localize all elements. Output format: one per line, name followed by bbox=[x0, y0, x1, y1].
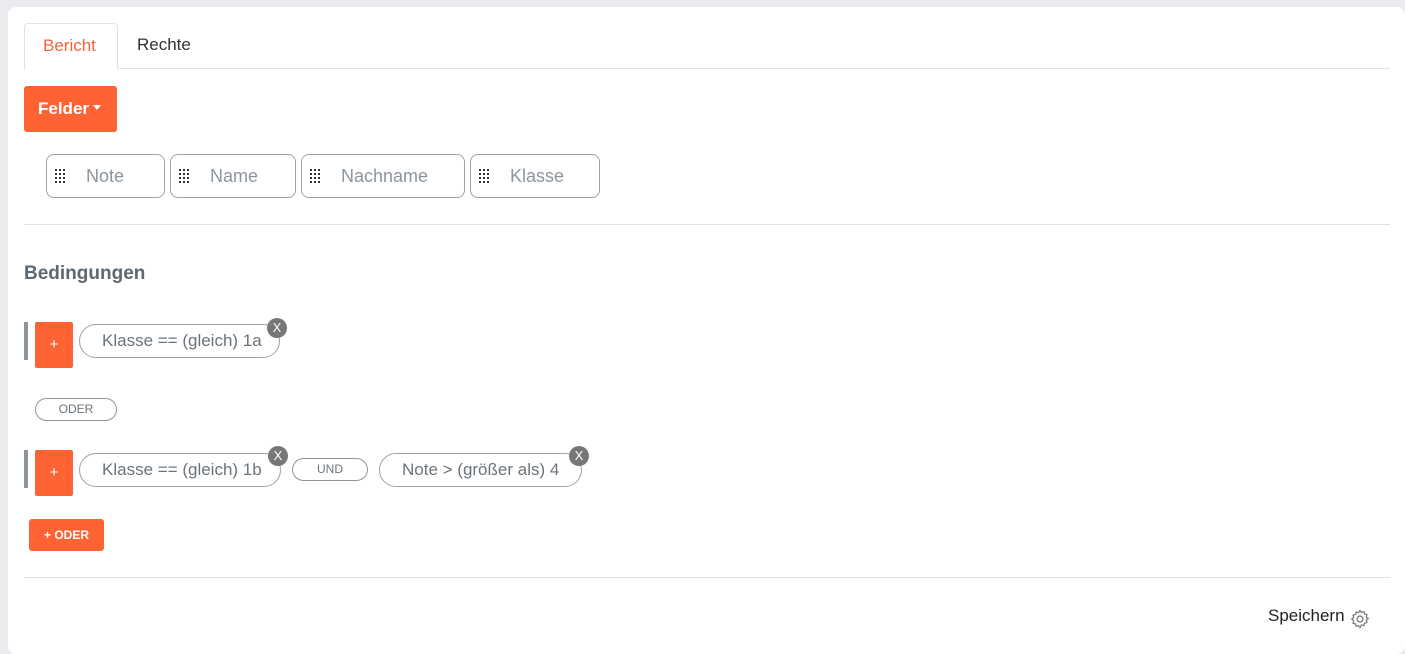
tab-bericht[interactable]: Bericht bbox=[24, 23, 118, 70]
conditions-heading: Bedingungen bbox=[24, 263, 146, 284]
condition-group-bar bbox=[24, 322, 28, 360]
field-chip-note[interactable]: Note bbox=[46, 154, 165, 198]
report-editor-card: Bericht Rechte Felder Note Name Nachname… bbox=[8, 7, 1405, 654]
condition-chip[interactable]: Note > (größer als) 4 bbox=[379, 453, 582, 487]
or-separator: ODER bbox=[35, 398, 117, 421]
remove-condition-button[interactable]: X bbox=[569, 446, 589, 466]
add-or-group-button[interactable]: + ODER bbox=[29, 519, 104, 551]
condition-group-bar bbox=[24, 450, 28, 488]
field-chip-name[interactable]: Name bbox=[170, 154, 296, 198]
save-button[interactable]: Speichern bbox=[1268, 605, 1345, 627]
add-condition-button[interactable]: + bbox=[35, 322, 73, 368]
remove-condition-button[interactable]: X bbox=[267, 318, 287, 338]
field-label: Nachname bbox=[341, 166, 429, 186]
caret-down-icon bbox=[93, 105, 102, 111]
drag-handle-icon[interactable] bbox=[479, 169, 491, 183]
tab-rechte[interactable]: Rechte bbox=[119, 23, 209, 69]
drag-handle-icon[interactable] bbox=[179, 169, 191, 183]
gear-icon[interactable] bbox=[1349, 608, 1371, 630]
remove-condition-button[interactable]: X bbox=[268, 446, 288, 466]
condition-chip[interactable]: Klasse == (gleich) 1b bbox=[79, 453, 281, 487]
fields-dropdown-button[interactable]: Felder bbox=[24, 86, 117, 132]
condition-chip[interactable]: Klasse == (gleich) 1a bbox=[79, 324, 280, 358]
add-condition-button[interactable]: + bbox=[35, 450, 73, 496]
field-chip-klasse[interactable]: Klasse bbox=[470, 154, 600, 198]
field-label: Name bbox=[210, 166, 259, 186]
tab-bar: Bericht Rechte bbox=[24, 23, 1390, 70]
section-divider bbox=[24, 224, 1390, 225]
footer-divider bbox=[24, 577, 1390, 578]
fields-button-label: Felder bbox=[38, 99, 90, 118]
drag-handle-icon[interactable] bbox=[55, 169, 67, 183]
field-chip-nachname[interactable]: Nachname bbox=[301, 154, 465, 198]
field-label: Klasse bbox=[510, 166, 565, 186]
and-joiner: UND bbox=[292, 458, 368, 481]
drag-handle-icon[interactable] bbox=[310, 169, 322, 183]
field-label: Note bbox=[86, 166, 125, 186]
